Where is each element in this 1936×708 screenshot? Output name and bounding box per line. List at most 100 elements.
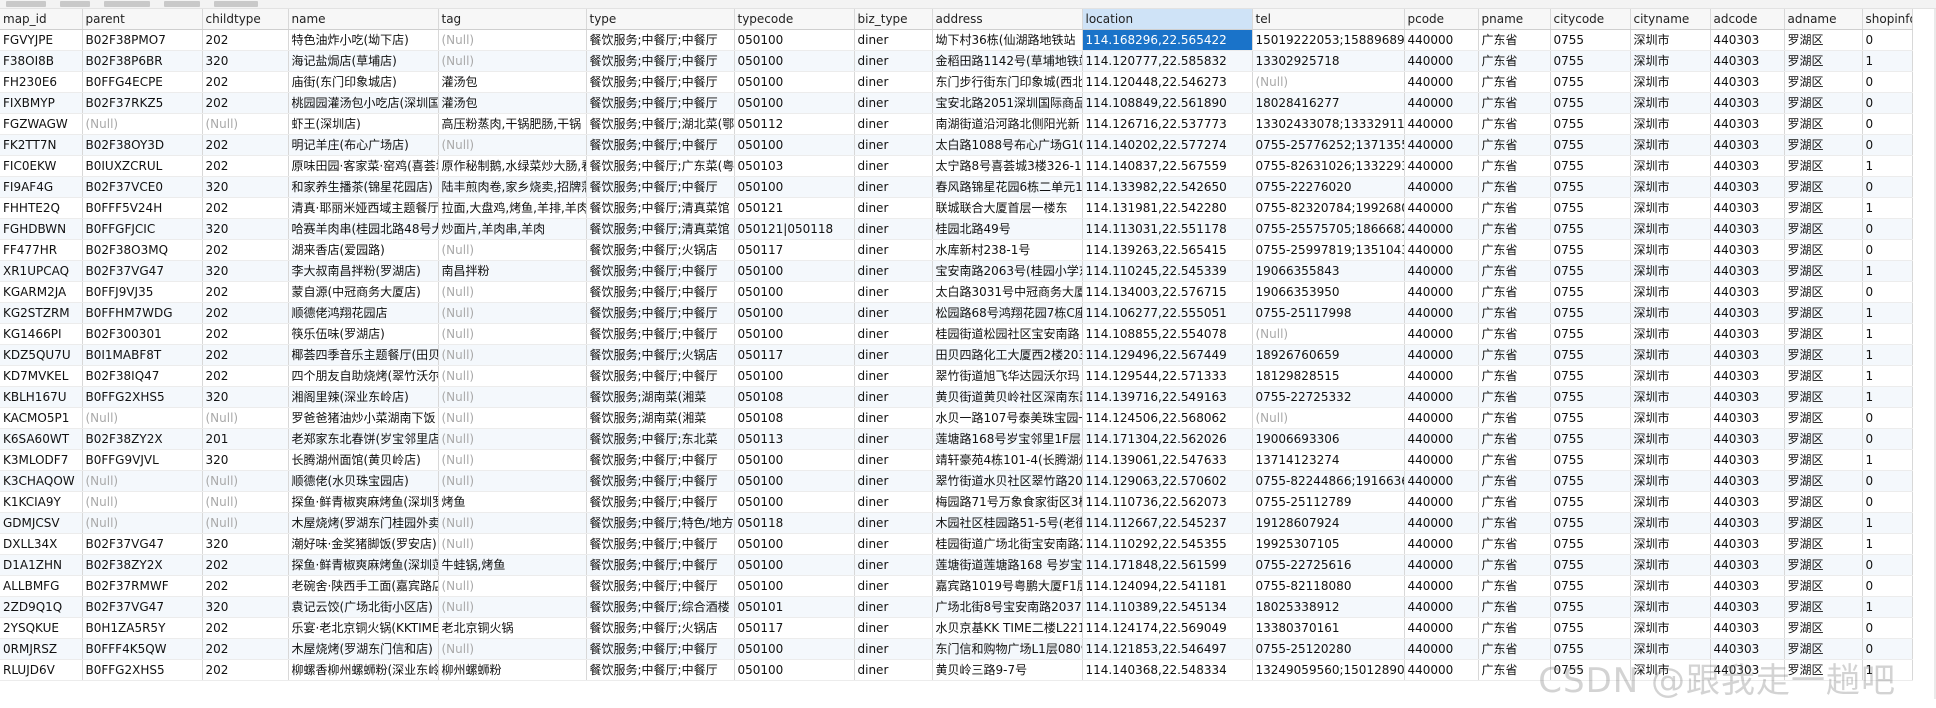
cell-location[interactable]: 114.124174,22.569049: [1082, 617, 1253, 639]
cell-pcode[interactable]: 440000: [1404, 323, 1479, 345]
cell-tag[interactable]: 南昌拌粉: [438, 260, 587, 282]
cell-type[interactable]: 餐饮服务;中餐厅;中餐厅: [586, 575, 735, 597]
cell-typecode[interactable]: 050100: [734, 554, 855, 576]
cell-cityname[interactable]: 深圳市: [1630, 92, 1711, 114]
toolbar-button[interactable]: [104, 1, 150, 7]
cell-shopinfo[interactable]: 1: [1862, 512, 1913, 534]
cell-address[interactable]: 桂园北路49号: [932, 218, 1083, 240]
cell-biz-type[interactable]: diner: [854, 512, 933, 534]
cell-address[interactable]: 坳下村36栋(仙湖路地铁站: [932, 29, 1083, 51]
cell-location[interactable]: 114.171848,22.561599: [1082, 554, 1253, 576]
cell-address[interactable]: 金稻田路1142号(草埔地铁站: [932, 50, 1083, 72]
column-header-pcode[interactable]: pcode: [1404, 9, 1479, 30]
cell-childtype[interactable]: (Null): [202, 491, 289, 513]
cell-childtype[interactable]: 202: [202, 134, 289, 156]
table-row[interactable]: K3CHAQOW (Null) (Null) 顺德佬(水贝珠宝园店) (Null) 餐饮服…: [0, 470, 1913, 492]
cell-name[interactable]: 椰荟四季音乐主题餐厅(田贝: [288, 344, 439, 366]
cell-type[interactable]: 餐饮服务;中餐厅;中餐厅: [586, 302, 735, 324]
cell-biz-type[interactable]: diner: [854, 155, 933, 177]
table-row[interactable]: D1A1ZHN B02F38ZY2X 202 探鱼·鲜青椒爽麻烤鱼(深圳莲 牛蛙锅,烤鱼…: [0, 554, 1913, 576]
cell-biz-type[interactable]: diner: [854, 344, 933, 366]
cell-tel[interactable]: 0755-25776252;13713553: [1252, 134, 1405, 156]
cell-map-id[interactable]: DXLL34X: [0, 533, 83, 555]
cell-name[interactable]: 哈赛羊肉串(桂园北路48号大: [288, 218, 439, 240]
cell-type[interactable]: 餐饮服务;中餐厅;火锅店: [586, 239, 735, 261]
cell-map-id[interactable]: KBLH167U: [0, 386, 83, 408]
cell-adcode[interactable]: 440303: [1710, 71, 1785, 93]
cell-biz-type[interactable]: diner: [854, 218, 933, 240]
cell-address[interactable]: 莲塘街道莲塘路168 号岁宝邻: [932, 554, 1083, 576]
cell-location[interactable]: 114.120448,22.546273: [1082, 71, 1253, 93]
cell-tag[interactable]: (Null): [438, 239, 587, 261]
cell-parent[interactable]: B02F37VCE0: [82, 176, 203, 198]
cell-location[interactable]: 114.106277,22.555051: [1082, 302, 1253, 324]
cell-type[interactable]: 餐饮服务;中餐厅;湖北菜(鄂: [586, 113, 735, 135]
table-row[interactable]: KG2STZRM B0FFHM7WDG 202 顺德佬鸿翔花园店 (Null) 餐饮服务;…: [0, 302, 1913, 324]
cell-typecode[interactable]: 050100: [734, 323, 855, 345]
cell-shopinfo[interactable]: 1: [1862, 659, 1913, 681]
cell-adcode[interactable]: 440303: [1710, 533, 1785, 555]
cell-pcode[interactable]: 440000: [1404, 638, 1479, 660]
cell-typecode[interactable]: 050100: [734, 449, 855, 471]
cell-tel[interactable]: 19925307105: [1252, 533, 1405, 555]
cell-name[interactable]: 探鱼·鲜青椒爽麻烤鱼(深圳罗: [288, 491, 439, 513]
cell-pname[interactable]: 广东省: [1478, 470, 1551, 492]
cell-pcode[interactable]: 440000: [1404, 50, 1479, 72]
cell-adcode[interactable]: 440303: [1710, 491, 1785, 513]
cell-tel[interactable]: 13302433078;1333291145: [1252, 113, 1405, 135]
cell-type[interactable]: 餐饮服务;中餐厅;清真菜馆: [586, 197, 735, 219]
cell-parent[interactable]: B0FFF4K5QW: [82, 638, 203, 660]
cell-biz-type[interactable]: diner: [854, 386, 933, 408]
cell-map-id[interactable]: 2ZD9Q1Q: [0, 596, 83, 618]
cell-adcode[interactable]: 440303: [1710, 470, 1785, 492]
table-row[interactable]: FHHTE2Q B0FFF5V24H 202 清真·耶丽米娅西域主题餐厅 拉面,大盘鸡,…: [0, 197, 1913, 219]
cell-citycode[interactable]: 0755: [1550, 638, 1631, 660]
cell-biz-type[interactable]: diner: [854, 302, 933, 324]
cell-address[interactable]: 太宁路8号喜荟城3楼326-1: [932, 155, 1083, 177]
cell-cityname[interactable]: 深圳市: [1630, 29, 1711, 51]
cell-cityname[interactable]: 深圳市: [1630, 575, 1711, 597]
cell-location[interactable]: 114.110292,22.545355: [1082, 533, 1253, 555]
cell-typecode[interactable]: 050100: [734, 260, 855, 282]
cell-pcode[interactable]: 440000: [1404, 344, 1479, 366]
cell-childtype[interactable]: 320: [202, 596, 289, 618]
cell-typecode[interactable]: 050100: [734, 71, 855, 93]
cell-name[interactable]: 原味田园·客家菜·窑鸡(喜荟城: [288, 155, 439, 177]
cell-shopinfo[interactable]: 0: [1862, 71, 1913, 93]
cell-shopinfo[interactable]: 1: [1862, 323, 1913, 345]
column-header-adname[interactable]: adname: [1784, 9, 1863, 30]
cell-pname[interactable]: 广东省: [1478, 344, 1551, 366]
cell-tel[interactable]: (Null): [1252, 407, 1405, 429]
cell-pname[interactable]: 广东省: [1478, 71, 1551, 93]
cell-adcode[interactable]: 440303: [1710, 575, 1785, 597]
cell-type[interactable]: 餐饮服务;中餐厅;综合酒楼: [586, 596, 735, 618]
cell-adcode[interactable]: 440303: [1710, 92, 1785, 114]
cell-citycode[interactable]: 0755: [1550, 449, 1631, 471]
cell-pcode[interactable]: 440000: [1404, 92, 1479, 114]
cell-location[interactable]: 114.110389,22.545134: [1082, 596, 1253, 618]
cell-tag[interactable]: 原作秘制鹅,水绿菜炒大肠,看: [438, 155, 587, 177]
table-row[interactable]: FGZWAGW (Null) (Null) 虾王(深圳店) 高压粉蒸肉,干锅肥肠,干锅餐…: [0, 113, 1913, 135]
cell-shopinfo[interactable]: 0: [1862, 407, 1913, 429]
cell-citycode[interactable]: 0755: [1550, 323, 1631, 345]
column-header-tel[interactable]: tel: [1252, 9, 1405, 30]
cell-tag[interactable]: (Null): [438, 302, 587, 324]
cell-location[interactable]: 114.108849,22.561890: [1082, 92, 1253, 114]
cell-adname[interactable]: 罗湖区: [1784, 302, 1863, 324]
cell-location[interactable]: 114.140368,22.548334: [1082, 659, 1253, 681]
cell-map-id[interactable]: 0RMJRSZ: [0, 638, 83, 660]
cell-tag[interactable]: 柳州螺蛳粉: [438, 659, 587, 681]
cell-pcode[interactable]: 440000: [1404, 554, 1479, 576]
cell-cityname[interactable]: 深圳市: [1630, 617, 1711, 639]
cell-adname[interactable]: 罗湖区: [1784, 617, 1863, 639]
cell-shopinfo[interactable]: 0: [1862, 617, 1913, 639]
cell-adcode[interactable]: 440303: [1710, 281, 1785, 303]
cell-childtype[interactable]: 202: [202, 302, 289, 324]
cell-adname[interactable]: 罗湖区: [1784, 71, 1863, 93]
cell-pcode[interactable]: 440000: [1404, 533, 1479, 555]
cell-pname[interactable]: 广东省: [1478, 449, 1551, 471]
table-row[interactable]: FK2TT7N B02F38OY3D 202 明记羊庄(布心广场店) (Null) 餐饮服…: [0, 134, 1913, 156]
cell-type[interactable]: 餐饮服务;中餐厅;中餐厅: [586, 134, 735, 156]
cell-tag[interactable]: (Null): [438, 449, 587, 471]
table-row[interactable]: DXLL34X B02F37VG47 320 潮好味·金奖猪脚饭(罗安店) (Null)…: [0, 533, 1913, 555]
